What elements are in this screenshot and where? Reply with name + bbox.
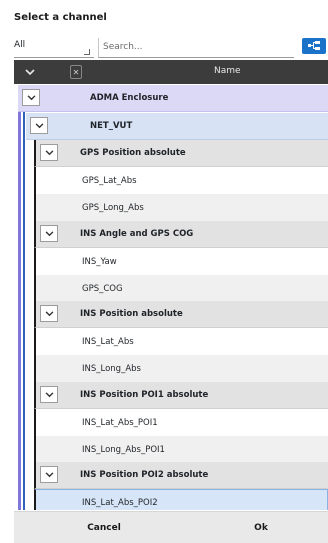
tree-section-label: INS Position POI1 absolute [80,390,209,400]
tree-section[interactable]: INS Angle and GPS COG [34,221,328,248]
expand-toggle[interactable] [30,117,48,134]
tree-section[interactable]: INS Position absolute [34,301,328,328]
clear-filter-icon[interactable]: ✕ [70,65,82,79]
chevron-down-icon [45,471,53,477]
channel-item-label: INS_Lat_Abs [82,336,134,347]
tree-view-button[interactable] [302,38,326,54]
channel-item[interactable]: INS_Long_Abs [34,355,328,382]
channel-item[interactable]: GPS_COG [34,275,328,302]
dialog-title: Select a channel [14,12,107,23]
hierarchy-icon [308,41,320,50]
tree-node-label: ADMA Enclosure [90,93,169,103]
channel-item[interactable]: INS_Yaw [34,248,328,275]
table-header: ✕ Name [14,60,328,84]
expand-toggle[interactable] [40,466,58,483]
tree-node-root[interactable]: ADMA Enclosure [18,85,328,112]
channel-item-label: INS_Long_Abs [82,363,141,374]
search-input[interactable] [99,38,294,56]
channel-item-label: INS_Lat_Abs_POI1 [82,417,158,428]
column-header-name[interactable]: Name [214,66,241,76]
chevron-down-icon [27,94,35,100]
channel-tree: ADMA Enclosure NET_VUT GPS Position abso… [14,85,328,510]
chevron-down-icon [25,68,35,75]
tree-section-label: INS Angle and GPS COG [80,229,194,239]
channel-item-label: GPS_Lat_Abs [82,175,137,186]
chevron-down-icon [45,230,53,236]
expand-toggle[interactable] [40,386,58,403]
channel-item-label: INS_Yaw [82,256,117,267]
resize-corner-icon [84,49,90,55]
search-box[interactable] [98,38,294,58]
channel-item-label: GPS_COG [82,283,123,294]
tree-level-bar [18,85,21,510]
tree-section[interactable]: INS Position POI2 absolute [34,462,328,489]
filter-dropdown-value: All [14,40,26,50]
tree-section[interactable]: INS Position POI1 absolute [34,382,328,409]
dialog-footer: Cancel Ok [14,511,328,543]
chevron-down-icon [45,310,53,316]
filter-dropdown[interactable]: All [14,38,94,58]
tree-section[interactable]: GPS Position absolute [34,140,328,167]
tree-section-label: INS Position POI2 absolute [80,470,209,480]
collapse-all-toggle[interactable] [14,60,46,84]
filter-bar: All [14,38,328,58]
channel-item-label: INS_Long_Abs_POI1 [82,444,165,455]
expand-toggle[interactable] [40,305,58,322]
chevron-down-icon [45,391,53,397]
channel-item[interactable]: GPS_Long_Abs [34,194,328,221]
expand-toggle[interactable] [40,225,58,242]
channel-item[interactable]: INS_Long_Abs_POI1 [34,436,328,463]
tree-node-group[interactable]: NET_VUT [26,113,328,140]
tree-section-label: GPS Position absolute [80,148,186,158]
expand-toggle[interactable] [22,89,40,106]
cancel-button[interactable]: Cancel [14,512,194,543]
tree-node-label: NET_VUT [90,121,133,131]
channel-item-selected[interactable]: INS_Lat_Abs_POI2 [34,489,328,510]
channel-item[interactable]: GPS_Lat_Abs [34,167,328,194]
chevron-down-icon [35,122,43,128]
expand-toggle[interactable] [40,144,58,161]
channel-item-label: GPS_Long_Abs [82,202,144,213]
ok-button[interactable]: Ok [194,512,328,543]
tree-section-label: INS Position absolute [80,309,183,319]
channel-item[interactable]: INS_Lat_Abs_POI1 [34,409,328,436]
tree-level-bar [23,85,25,510]
channel-item[interactable]: INS_Lat_Abs [34,328,328,355]
chevron-down-icon [45,149,53,155]
channel-item-label: INS_Lat_Abs_POI2 [82,497,158,508]
